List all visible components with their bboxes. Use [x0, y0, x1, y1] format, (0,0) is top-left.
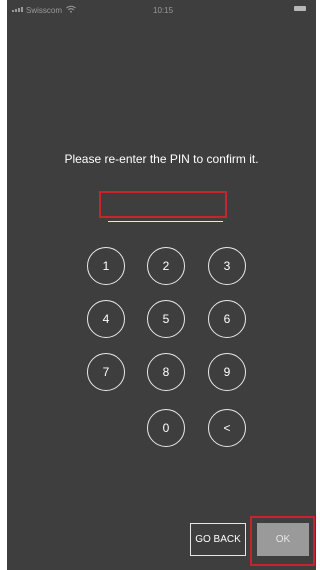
key-5[interactable]: 5 — [147, 300, 185, 338]
pin-input[interactable] — [108, 221, 223, 222]
pin-confirm-screen: Swisscom 10:15 Please re-enter the PIN t… — [7, 0, 316, 570]
key-6[interactable]: 6 — [208, 300, 246, 338]
pin-input-highlight — [99, 191, 227, 218]
signal-icon — [12, 7, 23, 12]
key-0[interactable]: 0 — [147, 409, 185, 447]
key-3[interactable]: 3 — [208, 247, 246, 285]
key-2[interactable]: 2 — [147, 247, 185, 285]
status-bar: Swisscom 10:15 — [7, 0, 316, 20]
battery-icon — [294, 6, 306, 11]
key-1[interactable]: 1 — [87, 247, 125, 285]
wifi-icon — [66, 5, 76, 13]
ok-button[interactable]: OK — [257, 523, 309, 556]
key-7[interactable]: 7 — [87, 353, 125, 391]
key-9[interactable]: 9 — [208, 353, 246, 391]
carrier-name: Swisscom — [26, 6, 63, 15]
backspace-key[interactable]: < — [208, 409, 246, 447]
key-4[interactable]: 4 — [87, 300, 125, 338]
go-back-button[interactable]: GO BACK — [190, 523, 246, 556]
pin-prompt: Please re-enter the PIN to confirm it. — [64, 152, 259, 166]
key-8[interactable]: 8 — [147, 353, 185, 391]
status-time: 10:15 — [153, 6, 174, 15]
